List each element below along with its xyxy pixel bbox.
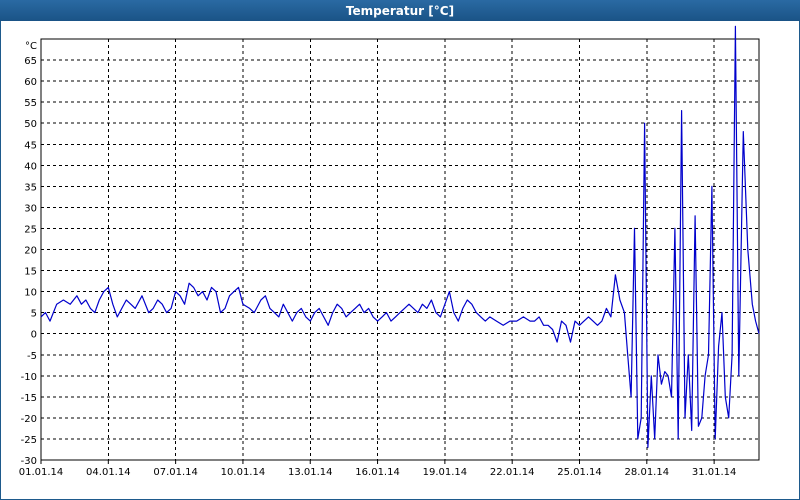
x-tick-label: 28.01.14 bbox=[625, 467, 670, 478]
y-tick-label: 50 bbox=[24, 119, 37, 130]
y-tick-label: -15 bbox=[21, 393, 37, 404]
x-tick-label: 07.01.14 bbox=[153, 467, 198, 478]
y-tick-label: 0 bbox=[31, 330, 37, 341]
series-layer bbox=[40, 25, 760, 448]
x-tick-label: 01.01.14 bbox=[19, 467, 64, 478]
x-tick-label: 31.01.14 bbox=[692, 467, 737, 478]
y-tick-label: 45 bbox=[24, 140, 37, 151]
y-tick-label: 40 bbox=[24, 161, 37, 172]
y-tick-label: 10 bbox=[24, 288, 37, 299]
y-tick-label: 20 bbox=[24, 246, 37, 257]
chart-window: Temperatur [°C] -30 -25 -20 -15 -10 -5 0 5 10 15 2… bbox=[0, 0, 800, 500]
temperature-series-line bbox=[40, 25, 760, 448]
y-axis-unit: °C bbox=[25, 41, 37, 52]
y-tick-label: 30 bbox=[24, 203, 37, 214]
x-tick-label: 25.01.14 bbox=[557, 467, 602, 478]
x-tick-label: 19.01.14 bbox=[423, 467, 468, 478]
y-tick-label: -30 bbox=[21, 456, 37, 467]
plot-border bbox=[40, 38, 760, 461]
x-tick-label: 10.01.14 bbox=[221, 467, 266, 478]
grid-lines bbox=[41, 39, 759, 461]
window-title: Temperatur [°C] bbox=[0, 0, 800, 21]
x-tick-label: 22.01.14 bbox=[490, 467, 535, 478]
y-tick-label: 60 bbox=[24, 77, 37, 88]
y-tick-label: 15 bbox=[24, 267, 37, 278]
y-tick-label: 55 bbox=[24, 98, 37, 109]
y-tick-label: -10 bbox=[21, 372, 37, 383]
y-tick-label: 5 bbox=[31, 309, 37, 320]
x-tick-label: 16.01.14 bbox=[355, 467, 400, 478]
x-tick-label: 04.01.14 bbox=[86, 467, 131, 478]
y-tick-label: -20 bbox=[21, 414, 37, 425]
y-tick-label: 35 bbox=[24, 182, 37, 193]
y-tick-label: -25 bbox=[21, 435, 37, 446]
temperature-chart: -30 -25 -20 -15 -10 -5 0 5 10 15 20 25 30 35 40 45 50 55 6… bbox=[19, 25, 760, 478]
y-tick-label: -5 bbox=[27, 351, 37, 362]
chart-panel: -30 -25 -20 -15 -10 -5 0 5 10 15 20 25 30 35 40 45 50 55 6… bbox=[1, 21, 799, 499]
axes bbox=[40, 38, 760, 464]
y-tick-label: 65 bbox=[24, 56, 37, 67]
y-tick-label: 25 bbox=[24, 224, 37, 235]
x-tick-label: 13.01.14 bbox=[288, 467, 333, 478]
